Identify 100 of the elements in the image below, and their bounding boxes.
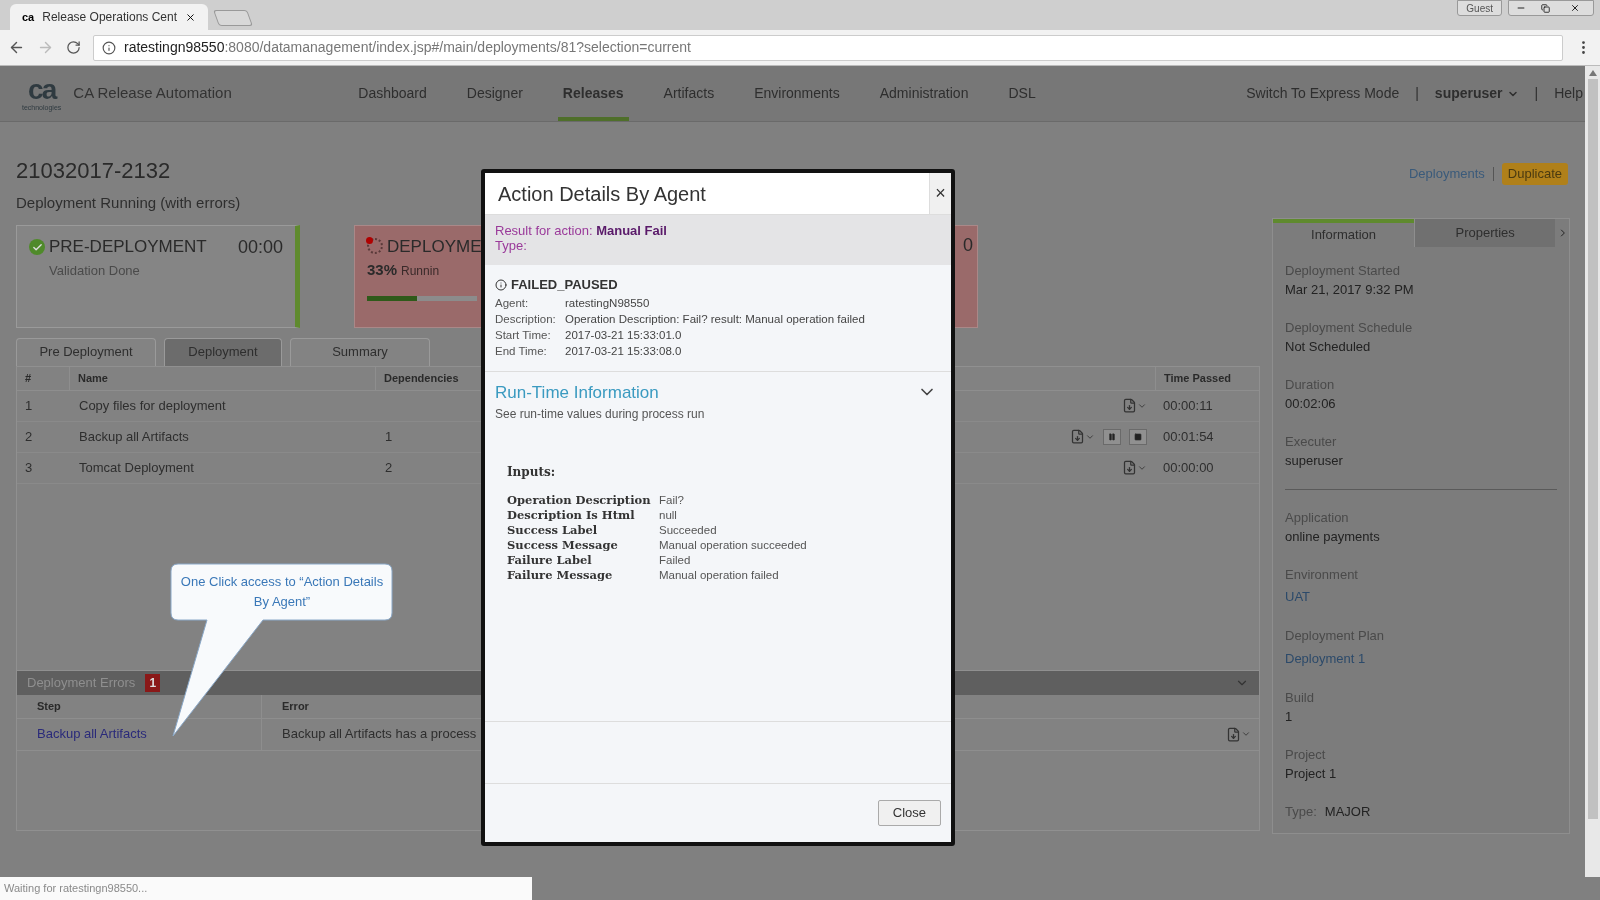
nav-link[interactable]: Environments — [749, 66, 845, 121]
info-value: Mar 21, 2017 9:32 PM — [1285, 281, 1415, 299]
address-field[interactable]: ratestingn98550:8080/datamanagement/index.jsp#/main/deployments/81?selection=current — [93, 34, 1563, 61]
nav-link[interactable]: Designer — [461, 66, 528, 121]
scrollbar[interactable] — [1585, 66, 1600, 877]
close-dialog-button[interactable]: Close — [877, 799, 941, 826]
error-step-link[interactable]: Backup all Artifacts — [17, 724, 261, 744]
row-number: 2 — [24, 427, 34, 446]
agent-menu-button[interactable] — [1122, 398, 1147, 413]
stage-title: PRE-DEPLOYMENT — [49, 236, 207, 259]
stage-subtitle: Validation Done — [49, 261, 141, 280]
browser-tab[interactable]: ca Release Operations Cent — [10, 4, 208, 30]
agent-menu-button[interactable] — [1070, 429, 1095, 444]
info-value: Project 1 — [1285, 765, 1338, 783]
row-number: 3 — [24, 458, 34, 477]
info-value: online payments — [1285, 528, 1381, 546]
info-value: Not Scheduled — [1285, 338, 1372, 356]
check-icon — [29, 239, 45, 255]
stage-percent: 33% — [367, 260, 398, 280]
back-icon[interactable] — [8, 39, 25, 56]
express-mode-link[interactable]: Switch To Express Mode — [1246, 83, 1400, 104]
input-name: Failure Label — [507, 553, 593, 568]
input-name: Success Label — [507, 523, 599, 538]
column-header: Step — [36, 698, 62, 714]
close-button[interactable]: × — [929, 173, 951, 214]
detail-value: 2017-03-21 15:33:01.0 — [565, 327, 682, 343]
pause-button[interactable] — [1103, 428, 1121, 445]
file-download-icon — [1070, 429, 1085, 444]
inputs-title: Inputs: — [507, 464, 557, 481]
column-header: Name — [69, 366, 375, 390]
stage-time: 0 — [963, 233, 973, 257]
deployments-link[interactable]: Deployments — [1408, 164, 1485, 184]
scroll-up-icon[interactable] — [1588, 70, 1597, 76]
stage-time: 00:00 — [237, 235, 283, 259]
separator: | — [1534, 84, 1539, 103]
nav-link[interactable]: Artifacts — [658, 66, 720, 121]
file-download-icon — [1122, 460, 1137, 475]
dialog-title: Action Details By Agent — [497, 181, 706, 207]
input-name: Failure Message — [507, 568, 614, 583]
new-tab-button[interactable] — [213, 10, 253, 26]
column-header: Error — [261, 694, 309, 718]
tab[interactable]: Pre Deployment — [16, 337, 156, 366]
app-brand: CA Release Automation — [73, 83, 233, 104]
column-header: Dependencies — [375, 366, 475, 390]
detail-label: Description: — [495, 311, 557, 327]
pause-icon — [1108, 432, 1116, 441]
info-icon — [102, 40, 116, 55]
detail-value: Operation Description: Fail? result: Manual operation failed — [565, 311, 865, 327]
profile-button[interactable]: Guest — [1457, 0, 1502, 16]
user-menu[interactable]: superuser — [1434, 83, 1519, 104]
type-label: Type: — [495, 238, 528, 253]
agent-menu-button[interactable] — [1226, 726, 1251, 742]
info-value: MAJOR — [1324, 802, 1371, 821]
caret-icon — [1241, 729, 1251, 739]
separator: | — [1415, 84, 1419, 103]
column-header: # — [24, 370, 33, 386]
help-link[interactable]: Help — [1554, 83, 1583, 104]
step-dependencies: 2 — [384, 458, 394, 477]
tab-favicon-icon: ca — [22, 8, 35, 26]
input-name: Description Is Html — [507, 508, 636, 523]
restore-icon — [1540, 3, 1550, 13]
info-value: 00:02:06 — [1285, 395, 1337, 413]
file-download-icon — [1122, 398, 1137, 413]
column-header: Time Passed — [1155, 366, 1259, 390]
nav-link[interactable]: Releases — [557, 66, 629, 121]
section-subtitle: See run-time values during process run — [495, 406, 706, 423]
detail-value: ratestingN98550 — [565, 295, 650, 311]
nav-link[interactable]: DSL — [1003, 66, 1041, 121]
time-passed: 00:00:00 — [1162, 458, 1215, 477]
detail-value: 2017-03-21 15:33:08.0 — [565, 343, 682, 359]
browser-status-text: Waiting for ratestingn98550... — [0, 877, 532, 900]
nav-link[interactable]: Administration — [874, 66, 974, 121]
input-value: Succeeded — [659, 523, 717, 538]
info-link[interactable]: UAT — [1285, 589, 1311, 604]
url-text: ratestingn98550:8080/datamanagement/index.jsp#/main/deployments/81?selection=current — [124, 38, 691, 57]
info-link[interactable]: Deployment 1 — [1285, 650, 1366, 666]
row-number: 1 — [24, 396, 34, 415]
input-value: Manual operation failed — [659, 568, 779, 583]
deployment-id: 21032017-2132 — [16, 158, 172, 184]
detail-label: End Time: — [495, 343, 548, 359]
callout-text: One Click access to “Action Details By Agent” — [179, 573, 385, 611]
file-download-icon — [1226, 726, 1241, 742]
tab[interactable]: Summary — [290, 337, 430, 366]
deployment-status: Deployment Running (with errors) — [16, 193, 241, 213]
stop-button[interactable] — [1129, 428, 1147, 445]
input-value: null — [659, 508, 677, 523]
step-name: Copy files for deployment — [78, 396, 227, 415]
info-value: 1 — [1285, 708, 1294, 726]
duplicate-button[interactable]: Duplicate — [1501, 163, 1568, 185]
panel-tab[interactable]: Properties — [1414, 219, 1556, 247]
step-name: Backup all Artifacts — [78, 427, 190, 446]
stage-subtitle: Runnin — [401, 263, 440, 280]
reload-icon[interactable] — [66, 40, 81, 55]
tab[interactable]: Deployment — [164, 337, 282, 366]
close-tab-icon[interactable] — [185, 11, 196, 23]
input-value: Failed — [659, 553, 691, 568]
input-name: Success Message — [507, 538, 619, 553]
agent-menu-button[interactable] — [1122, 460, 1147, 475]
nav-link[interactable]: Dashboard — [353, 66, 432, 121]
step-dependencies: 1 — [384, 427, 394, 446]
